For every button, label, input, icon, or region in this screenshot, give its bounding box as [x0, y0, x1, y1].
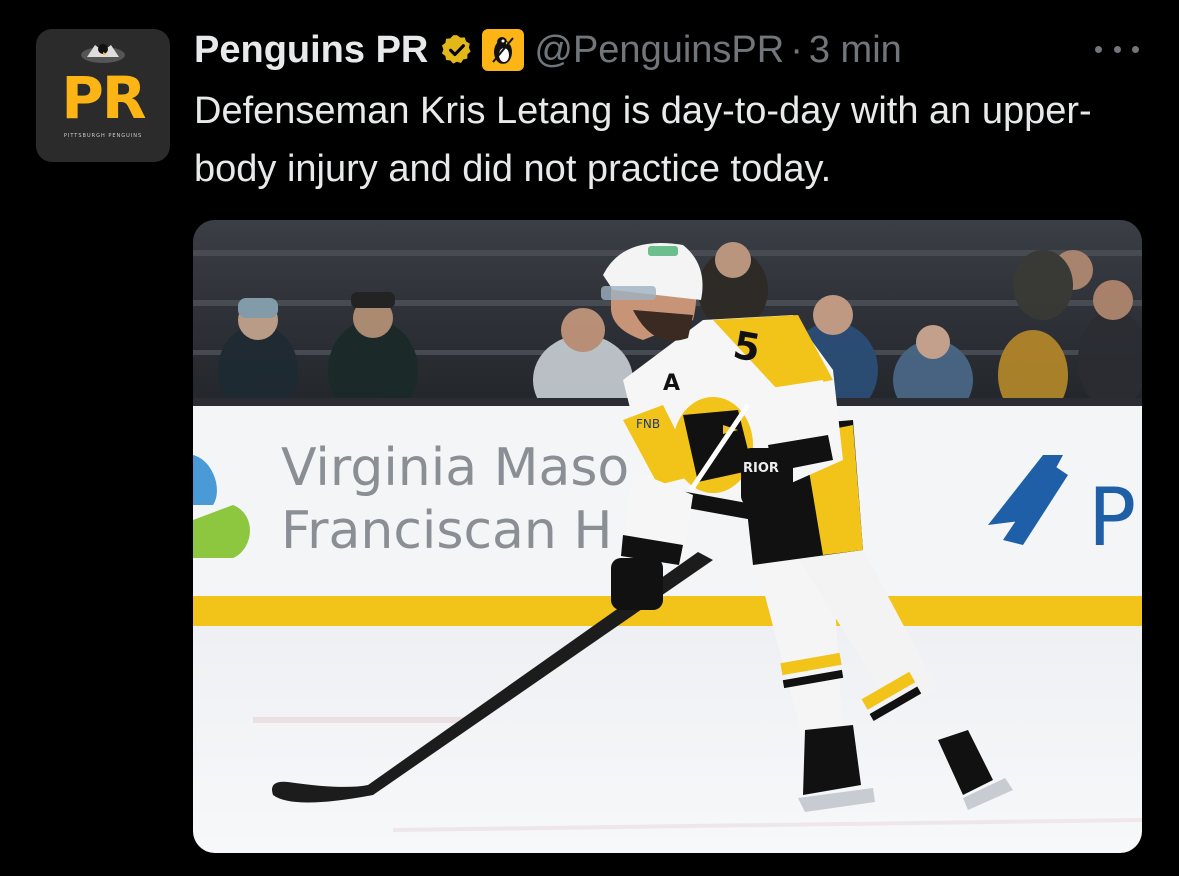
- penguin-logo-icon[interactable]: [482, 29, 525, 71]
- display-name[interactable]: Penguins PR: [194, 29, 428, 72]
- avatar-subtext: PITTSBURGH PENGUINS: [63, 133, 143, 139]
- tweet-text: Defenseman Kris Letang is day-to-day wit…: [194, 90, 1092, 190]
- tweet-media-photo[interactable]: Virginia Maso Franciscan H P 5 A FNB RIO…: [193, 220, 1142, 853]
- avatar-letters: PR: [61, 64, 146, 132]
- board-ad-line-2: Franciscan H: [281, 501, 613, 561]
- tweet[interactable]: PR PITTSBURGH PENGUINS Penguins PR @Peng…: [0, 0, 1179, 876]
- more-options-icon[interactable]: [1095, 34, 1139, 64]
- hockey-photo: Virginia Maso Franciscan H P 5 A FNB RIO…: [193, 220, 1142, 853]
- timestamp[interactable]: 3 min: [809, 29, 902, 72]
- sponsor-patch: FNB: [636, 417, 660, 431]
- glove-text: RIOR: [743, 461, 779, 476]
- captain-letter: A: [663, 371, 680, 396]
- separator-dot: ·: [790, 28, 803, 71]
- handle[interactable]: @PenguinsPR: [534, 29, 784, 72]
- verified-badge-icon[interactable]: [440, 33, 474, 67]
- board-ad-line-1: Virginia Maso: [281, 438, 629, 498]
- board-right-letter: P: [1088, 471, 1136, 564]
- tweet-header: Penguins PR @PenguinsPR · 3 min: [194, 26, 902, 74]
- penguin-mini-logo-icon: [81, 44, 125, 63]
- avatar[interactable]: PR PITTSBURGH PENGUINS: [36, 29, 170, 162]
